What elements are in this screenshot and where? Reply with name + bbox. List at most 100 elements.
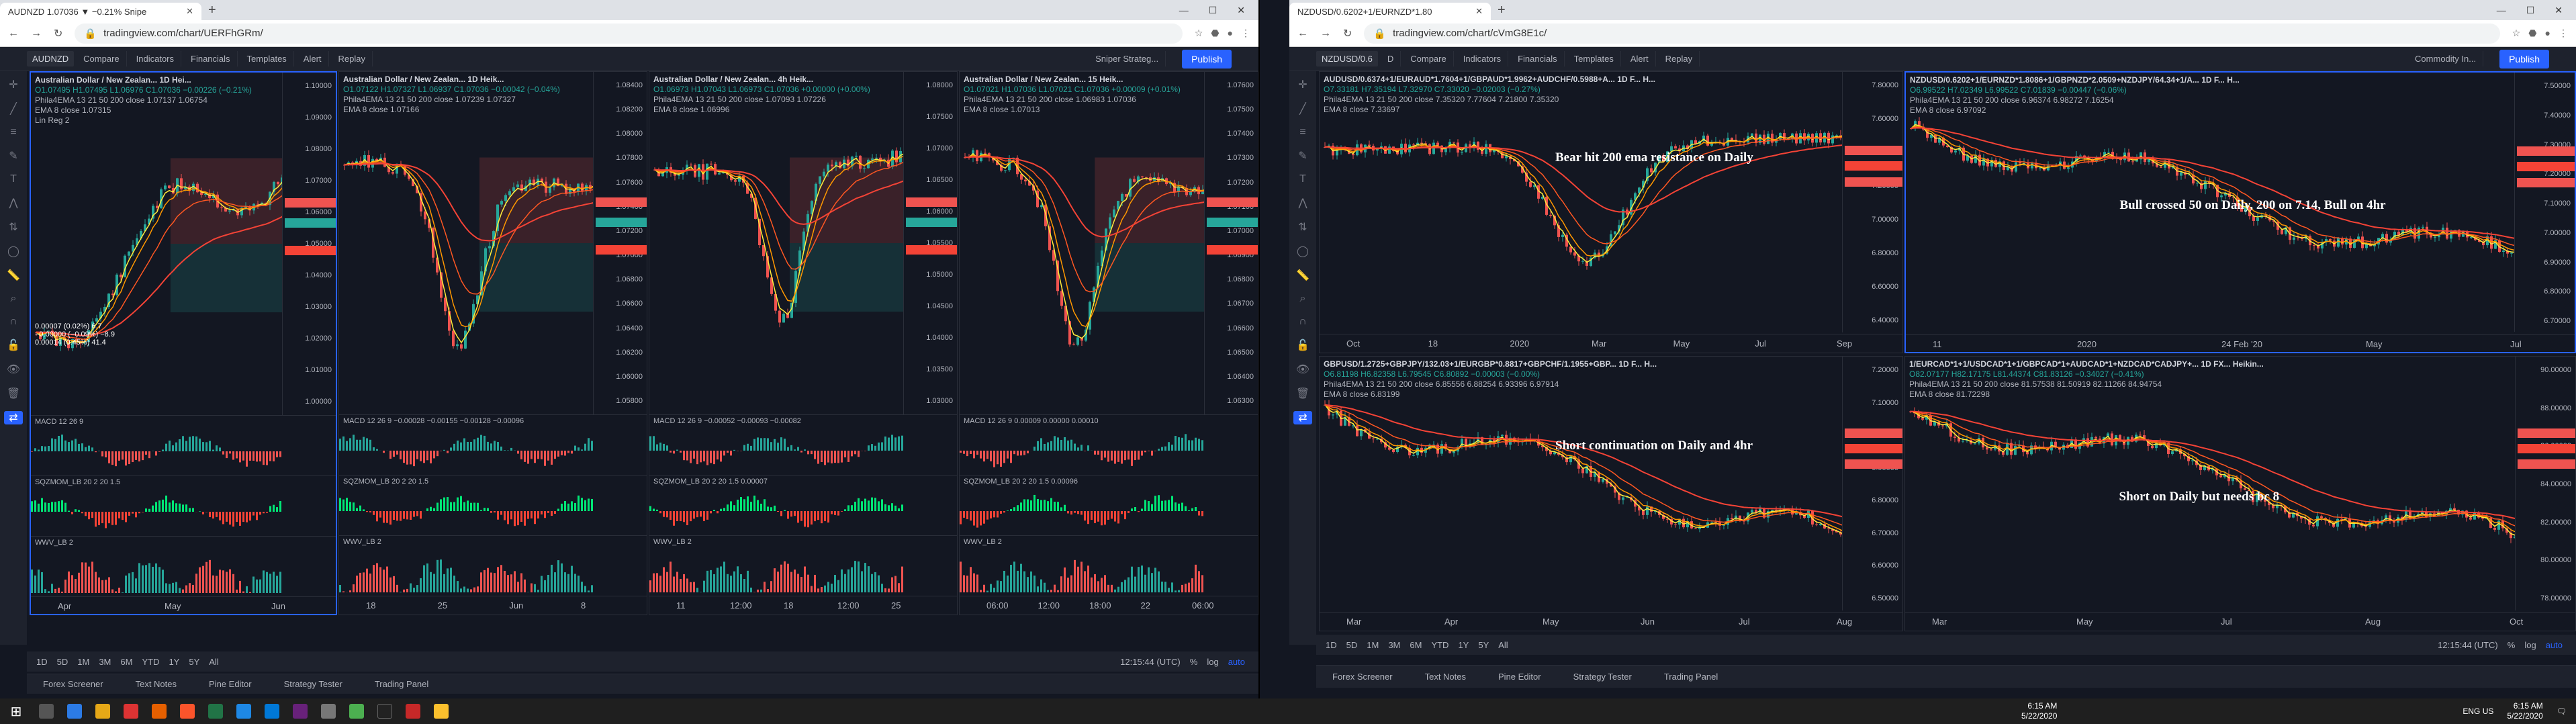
range-5d[interactable]: 5D: [1346, 640, 1358, 650]
chart-pane[interactable]: Australian Dollar / New Zealan... 1D Hei…: [30, 71, 337, 615]
price-axis[interactable]: 1.08000 1.07500 1.07000 1.06500 1.06000 1.055…: [903, 72, 957, 414]
tab-strategy-tester[interactable]: Strategy Tester: [268, 679, 359, 689]
price-axis[interactable]: 1.10000 1.09000 1.08000 1.07000 1.06000 1.050…: [282, 73, 336, 415]
toolbar-alert[interactable]: Alert: [297, 51, 329, 66]
time-axis[interactable]: 11 12:00 18 12:00 25: [649, 596, 957, 615]
wwv-pane[interactable]: WWV_LB 2: [649, 535, 957, 596]
ema-indicator-label[interactable]: Phila4EMA 13 21 50 200 close 81.57538 81…: [1909, 379, 2264, 390]
tab-trading-panel[interactable]: Trading Panel: [1648, 672, 1734, 682]
app-icon[interactable]: [236, 704, 251, 719]
zoom-icon[interactable]: ⌕: [1300, 293, 1306, 305]
close-tab-icon[interactable]: ✕: [186, 6, 193, 17]
range-6m[interactable]: 6M: [120, 657, 132, 667]
toolbar-financials[interactable]: Financials: [1511, 51, 1565, 66]
trash-icon[interactable]: 🗑: [7, 387, 20, 400]
magnet-icon[interactable]: ∩: [9, 316, 17, 328]
profile-icon[interactable]: ●: [2545, 28, 2550, 39]
wwv-label[interactable]: WWV_LB 2: [653, 538, 692, 546]
ema8-indicator-label[interactable]: EMA 8 close 1.07013: [964, 105, 1181, 115]
text-icon[interactable]: T: [10, 173, 17, 185]
price-axis[interactable]: 1.076001.075001.074001.073001.072001.071…: [1204, 72, 1258, 414]
tab-text-notes[interactable]: Text Notes: [1409, 672, 1482, 682]
symbol-title[interactable]: Australian Dollar / New Zealan... 4h Hei…: [653, 75, 870, 85]
new-tab-icon[interactable]: +: [208, 3, 216, 18]
forward-icon[interactable]: →: [1320, 28, 1331, 40]
lock-drawings-icon[interactable]: 🔓: [7, 338, 20, 352]
file-explorer-icon[interactable]: [95, 704, 110, 719]
ema8-indicator-label[interactable]: EMA 8 close 81.72298: [1909, 390, 2264, 400]
macd-pane[interactable]: MACD 12 26 9 −0.00028 −0.00155 −0.00128 …: [339, 414, 647, 475]
macd-label[interactable]: MACD 12 26 9: [35, 418, 83, 426]
firefox-icon[interactable]: [152, 704, 167, 719]
ema-indicator-label[interactable]: Phila4EMA 13 21 50 200 close 1.07239 1.0…: [343, 95, 560, 105]
vscode-icon[interactable]: [265, 704, 279, 719]
visual-studio-icon[interactable]: [293, 704, 308, 719]
sqz-pane[interactable]: SQZMOM_LB 20 2 20 1.5 0.00096: [960, 475, 1258, 535]
close-window-icon[interactable]: ✕: [1237, 5, 1245, 16]
time-axis[interactable]: 06:00 12:00 18:00 22 06:00: [960, 596, 1258, 615]
shapes-icon[interactable]: ◯: [7, 244, 19, 258]
windows-start-icon[interactable]: ⊞: [0, 703, 32, 720]
lock-drawings-icon[interactable]: 🔓: [1296, 338, 1309, 352]
ema-indicator-label[interactable]: Phila4EMA 13 21 50 200 close 6.96374 6.9…: [1910, 95, 2240, 105]
sqz-label[interactable]: SQZMOM_LB 20 2 20 1.5 0.00007: [653, 478, 768, 486]
template-name[interactable]: Commodity In...: [2408, 51, 2484, 66]
toolbar-financials[interactable]: Financials: [184, 51, 238, 66]
sqz-label[interactable]: SQZMOM_LB 20 2 20 1.5 0.00096: [964, 478, 1078, 486]
crosshair-icon[interactable]: ✛: [1298, 78, 1307, 91]
ema-indicator-label[interactable]: Phila4EMA 13 21 50 200 close 7.35320 7.7…: [1324, 95, 1655, 105]
url-field[interactable]: 🔒 tradingview.com/chart/UERFhGRm/: [75, 23, 1183, 44]
maximize-icon[interactable]: ☐: [1209, 5, 1217, 16]
back-icon[interactable]: ←: [8, 28, 19, 40]
chart-pane[interactable]: AUDUSD/0.6374+1/EURAUD*1.7604+1/GBPAUD*1…: [1319, 71, 1903, 353]
reload-icon[interactable]: ↻: [54, 27, 62, 40]
range-1y[interactable]: 1Y: [1458, 640, 1469, 650]
chart-annotation[interactable]: Short continuation on Daily and 4hr: [1555, 439, 1753, 453]
macd-label[interactable]: MACD 12 26 9 0.00009 0.00000 0.00010: [964, 417, 1099, 425]
wwv-label[interactable]: WWV_LB 2: [964, 538, 1002, 546]
terminal-icon[interactable]: [377, 704, 392, 719]
ema8-indicator-label[interactable]: EMA 8 close 6.83199: [1324, 390, 1657, 400]
settings-icon[interactable]: [321, 704, 336, 719]
minimize-icon[interactable]: —: [1179, 5, 1189, 16]
wwv-label[interactable]: WWV_LB 2: [35, 539, 73, 547]
symbol-title[interactable]: NZDUSD/0.6202+1/EURNZD*1.8086+1/GBPNZD*2…: [1910, 75, 2240, 85]
fib-icon[interactable]: ≡: [10, 126, 16, 138]
range-1m[interactable]: 1M: [77, 657, 89, 667]
menu-icon[interactable]: ⋮: [1241, 28, 1250, 39]
toolbar-replay[interactable]: Replay: [332, 51, 373, 66]
ema8-indicator-label[interactable]: EMA 8 close 1.07315: [35, 105, 252, 116]
price-axis[interactable]: 7.50000 7.40000 7.30000 7.20000 7.10000 7.000…: [2514, 73, 2575, 332]
task-view-icon[interactable]: [39, 704, 54, 719]
range-all[interactable]: All: [209, 657, 218, 667]
symbol-search[interactable]: NZDUSD/0.6: [1316, 51, 1378, 66]
utc-clock[interactable]: 12:15:44 (UTC): [1120, 657, 1181, 667]
chart-pane[interactable]: NZDUSD/0.6202+1/EURNZD*1.8086+1/GBPNZD*2…: [1904, 71, 2576, 353]
toolbar-templates[interactable]: Templates: [240, 51, 294, 66]
maximize-icon[interactable]: ☐: [2526, 5, 2535, 16]
wwv-pane[interactable]: WWV_LB 2: [339, 535, 647, 596]
range-1y[interactable]: 1Y: [169, 657, 179, 667]
tab-strategy-tester[interactable]: Strategy Tester: [1557, 672, 1648, 682]
chart-pane[interactable]: Australian Dollar / New Zealan... 15 Hei…: [959, 71, 1258, 615]
browser-tab[interactable]: NZDUSD/0.6202+1/EURNZD*1.80 ✕: [1289, 3, 1491, 20]
percent-toggle[interactable]: %: [1190, 657, 1198, 667]
wwv-pane[interactable]: WWV_LB 2: [31, 536, 336, 596]
clock-date-left[interactable]: 5/22/2020: [2021, 711, 2057, 721]
symbol-title[interactable]: 1/EURCAD*1+1/USDCAD*1+1/GBPCAD*1+AUDCAD*…: [1909, 359, 2264, 369]
notification-icon[interactable]: 🗨: [2557, 707, 2567, 717]
log-toggle[interactable]: log: [2524, 640, 2536, 650]
pattern-icon[interactable]: ⋀: [9, 196, 17, 210]
star-icon[interactable]: ☆: [2512, 28, 2521, 39]
range-1d[interactable]: 1D: [36, 657, 48, 667]
sqz-pane[interactable]: SQZMOM_LB 20 2 20 1.5: [339, 475, 647, 535]
prediction-icon[interactable]: ⇅: [1298, 220, 1307, 234]
linreg-indicator-label[interactable]: Lin Reg 2: [35, 116, 252, 126]
browser-tab[interactable]: AUDNZD 1.07036 ▼ −0.21% Snipe ✕: [0, 3, 201, 20]
price-chart[interactable]: [960, 72, 1205, 414]
range-5y[interactable]: 5Y: [189, 657, 199, 667]
clock-date-right[interactable]: 5/22/2020: [2507, 711, 2542, 721]
chart-annotation[interactable]: Bear hit 200 ema resistance on Daily: [1555, 150, 1753, 165]
macd-label[interactable]: MACD 12 26 9 −0.00028 −0.00155 −0.00128 …: [343, 417, 524, 425]
toolbar-alert[interactable]: Alert: [1624, 51, 1656, 66]
